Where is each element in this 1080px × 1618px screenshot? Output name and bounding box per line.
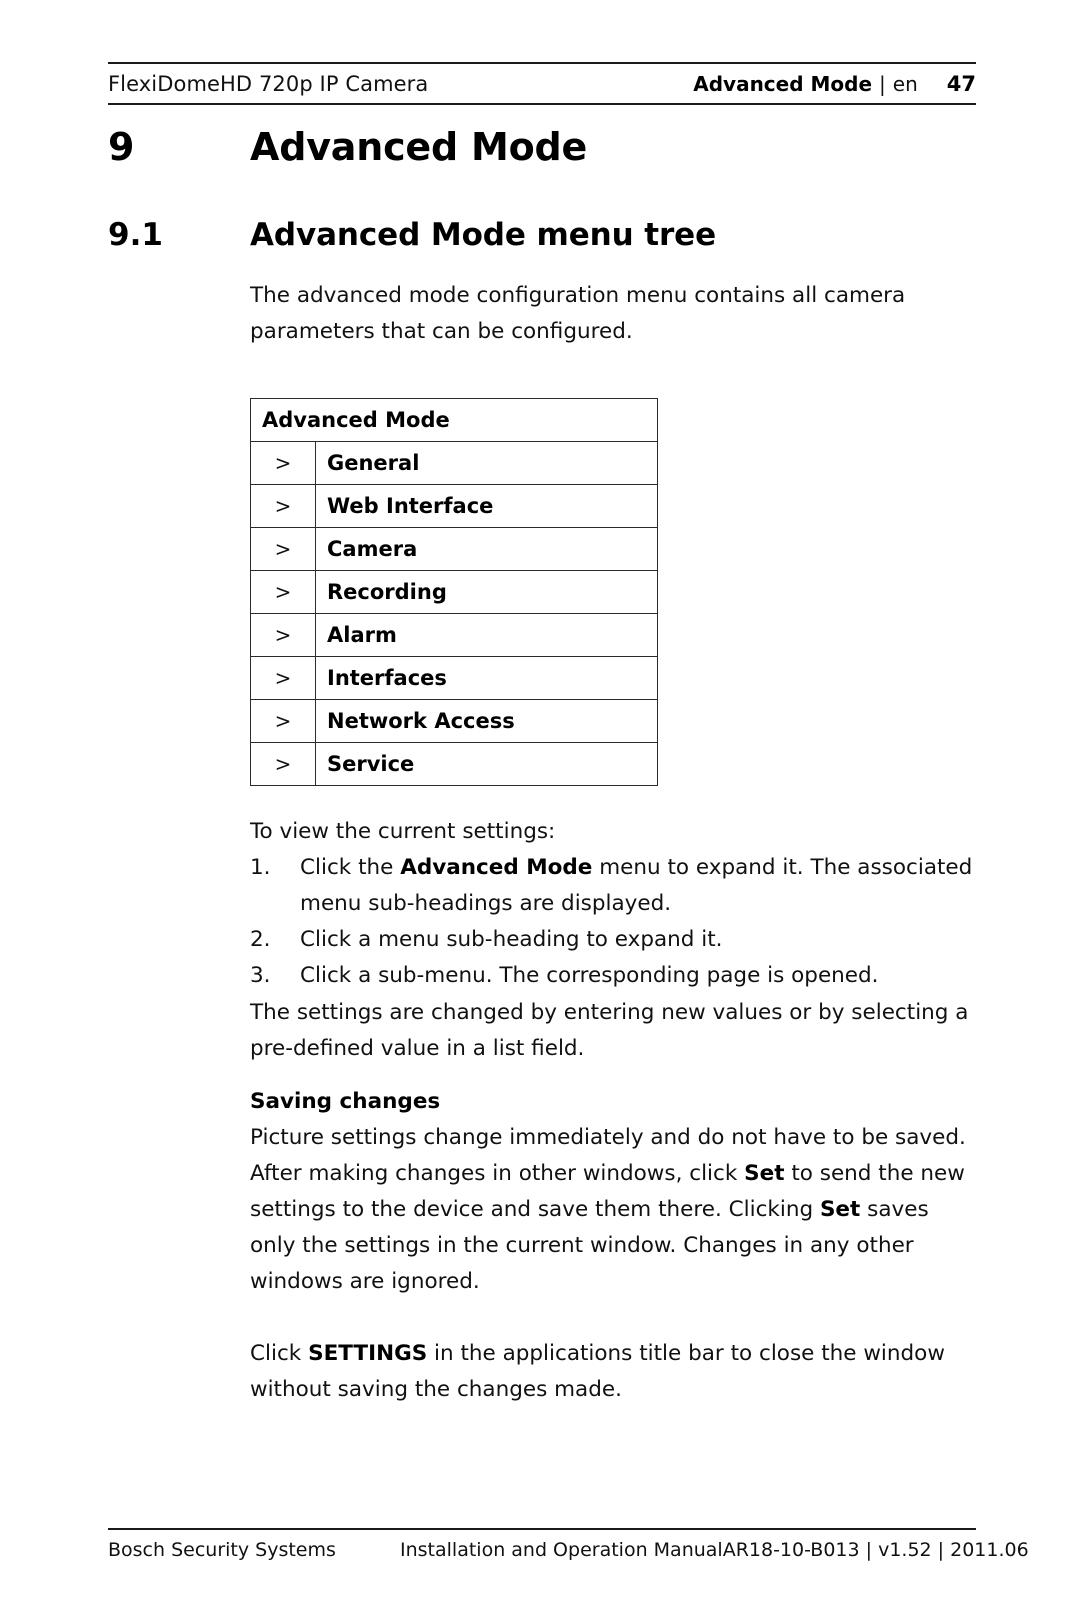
table-row: > Web Interface [250,484,658,528]
chevron-right-icon: > [250,441,316,485]
step-emphasis: Advanced Mode [400,855,593,880]
step-text: Click a menu sub-heading to expand it. [300,927,723,952]
chevron-right-icon: > [250,570,316,614]
settings-button-reference: SETTINGS [308,1341,428,1366]
list-item: 3. Click a sub-menu. The corresponding p… [250,958,976,994]
advanced-mode-menu-tree-table: Advanced Mode > General > Web Interface … [250,398,658,786]
menu-item-recording: Recording [315,570,658,614]
table-row: > General [250,441,658,485]
step-number: 1. [250,855,271,880]
list-item: 1. Click the Advanced Mode menu to expan… [250,850,976,922]
chapter-number: 9 [108,125,135,169]
table-row: > Camera [250,527,658,571]
menu-tree-header-label: Advanced Mode [250,398,658,442]
chapter-heading: 9 Advanced Mode [108,125,976,169]
table-row: > Network Access [250,699,658,743]
post-list-paragraph: The settings are changed by entering new… [250,1000,969,1061]
saving-changes-heading: Saving changes [250,1089,441,1114]
set-button-reference: Set [819,1197,861,1222]
saving-changes-paragraph: Picture settings change immediately and … [250,1120,976,1300]
list-item: 2. Click a menu sub-heading to expand it… [250,922,976,958]
header-page-number: 47 [946,71,976,96]
footer-manual-title: Installation and Operation Manual [400,1539,723,1561]
step-number: 2. [250,927,271,952]
menu-item-general: General [315,441,658,485]
chevron-right-icon: > [250,656,316,700]
chevron-right-icon: > [250,699,316,743]
chapter-title: Advanced Mode [250,125,588,169]
menu-item-interfaces: Interfaces [315,656,658,700]
step-text: Click the Advanced Mode menu to expand i… [300,850,976,922]
procedure-step-list: 1. Click the Advanced Mode menu to expan… [250,850,976,994]
final-text-before: Click [250,1341,309,1366]
step-text: Click a sub-menu. The corresponding page… [300,963,879,988]
footer-document-reference: AR18-10-B013 | v1.52 | 2011.06 [722,1539,1029,1561]
running-header: FlexiDomeHD 720p IP Camera Advanced Mode… [108,62,976,105]
section-title: Advanced Mode menu tree [250,217,717,253]
menu-tree-header-row: Advanced Mode [250,398,658,442]
header-separator: | [879,71,886,96]
section-number: 9.1 [108,217,163,253]
footer-company: Bosch Security Systems [108,1539,336,1561]
intro-paragraph: The advanced mode configuration menu con… [250,283,906,344]
menu-tree-body: Advanced Mode > General > Web Interface … [250,398,658,786]
header-product-name: FlexiDomeHD 720p IP Camera [108,71,429,96]
menu-item-network-access: Network Access [315,699,658,743]
settings-close-paragraph: Click SETTINGS in the applications title… [250,1336,976,1408]
step-text-before: Click the [300,855,401,880]
header-right-group: Advanced Mode | en 47 [693,72,976,96]
section-heading: 9.1 Advanced Mode menu tree [108,217,976,253]
document-page: FlexiDomeHD 720p IP Camera Advanced Mode… [0,0,1080,1618]
table-row: > Interfaces [250,656,658,700]
set-button-reference: Set [744,1161,785,1186]
header-language-code: en [892,71,918,96]
chevron-right-icon: > [250,484,316,528]
chevron-right-icon: > [250,613,316,657]
chevron-right-icon: > [250,742,316,786]
menu-item-camera: Camera [315,527,658,571]
menu-item-service: Service [315,742,658,786]
menu-item-alarm: Alarm [315,613,658,657]
table-row: > Alarm [250,613,658,657]
procedure-lead-in: To view the current settings: [250,819,556,844]
chevron-right-icon: > [250,527,316,571]
step-number: 3. [250,963,271,988]
table-row: > Service [250,742,658,786]
page-footer: Bosch Security Systems Installation and … [108,1528,1029,1561]
header-section-title: Advanced Mode [693,71,873,96]
menu-item-web-interface: Web Interface [315,484,658,528]
table-row: > Recording [250,570,658,614]
